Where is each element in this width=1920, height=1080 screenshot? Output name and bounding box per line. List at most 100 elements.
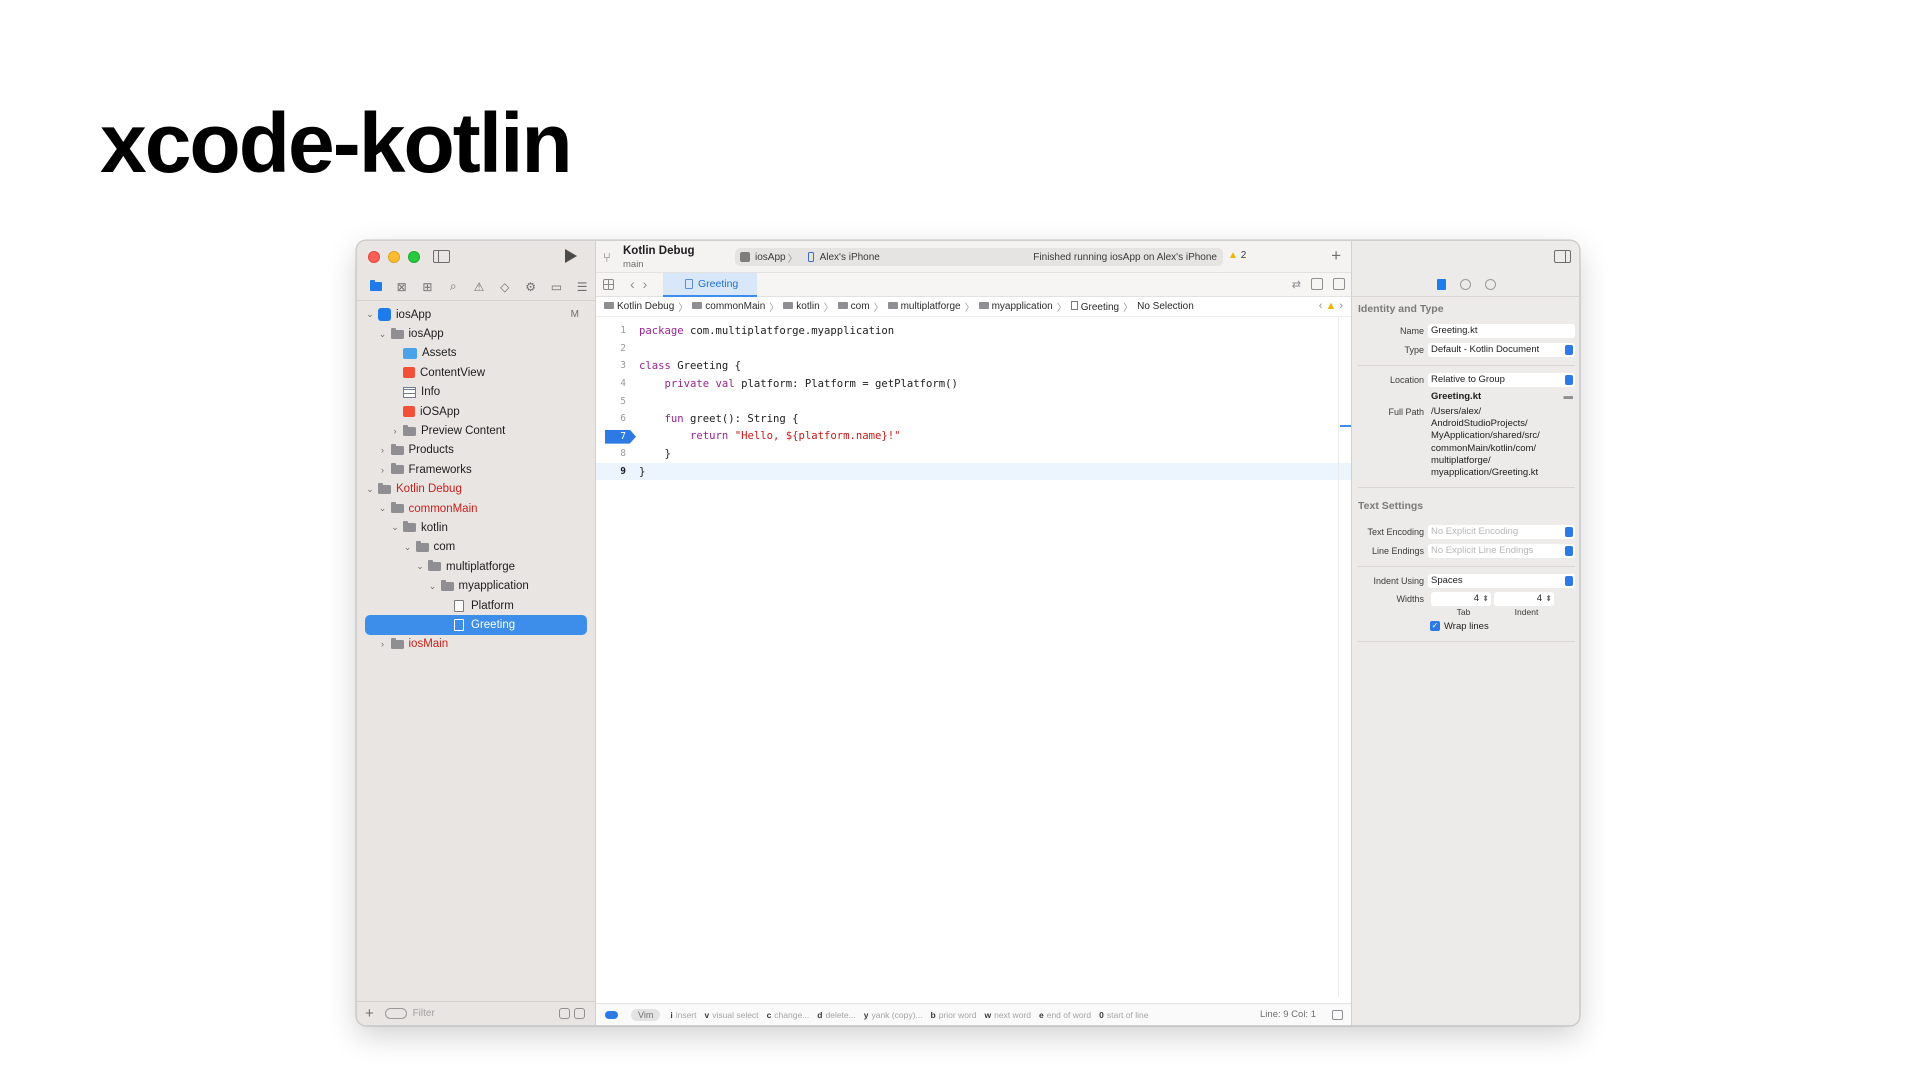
related-items-icon[interactable] [603, 279, 614, 290]
breadcrumb-item[interactable]: commonMain [692, 301, 765, 312]
chevron-down-icon[interactable]: ⌄ [390, 522, 400, 533]
symbol-navigator-icon[interactable]: ⊞ [415, 277, 441, 297]
tree-item-iosapp[interactable]: iOSApp [357, 402, 595, 421]
line-number[interactable]: 7 [596, 431, 626, 442]
tab-greeting[interactable]: Greeting [663, 273, 757, 297]
line-number[interactable]: 2 [596, 343, 626, 354]
indent-select[interactable]: Spaces [1428, 573, 1575, 588]
minimize-window-button[interactable] [388, 251, 400, 263]
tree-item-contentview[interactable]: ContentView [357, 363, 595, 382]
location-select[interactable]: Relative to Group [1428, 372, 1575, 387]
line-number[interactable]: 8 [596, 448, 626, 459]
file-inspector-icon[interactable] [1437, 279, 1446, 290]
tree-item-myapplication[interactable]: ⌄ myapplication [357, 576, 595, 595]
tree-item-greeting[interactable]: Greeting [365, 615, 587, 635]
debug-area-toggle-icon[interactable] [1332, 1009, 1343, 1020]
indent-width-stepper[interactable]: 4 [1494, 591, 1554, 606]
run-destination[interactable]: Alex's iPhone [820, 252, 880, 263]
tree-item-kotlin-debug[interactable]: ⌄ Kotlin Debug [357, 480, 595, 499]
chevron-right-icon[interactable]: › [378, 639, 388, 649]
wrap-lines-checkbox[interactable]: ✓ [1430, 621, 1440, 632]
chevron-right-icon[interactable]: › [390, 426, 400, 436]
encoding-select[interactable]: No Explicit Encoding [1428, 524, 1575, 539]
next-issue-icon[interactable]: › [1339, 300, 1343, 312]
chevron-down-icon[interactable]: ⌄ [365, 309, 375, 320]
warning-icon[interactable]: ▲ [1325, 300, 1336, 312]
find-navigator-icon[interactable]: ⌕ [440, 277, 466, 297]
tree-item-iosapp[interactable]: ⌄ iosApp M [357, 305, 595, 324]
sidebar-toggle-icon[interactable] [433, 250, 450, 263]
line-number[interactable]: 9 [596, 466, 626, 477]
chevron-right-icon[interactable]: › [378, 445, 388, 455]
tree-item-frameworks[interactable]: › Frameworks [357, 460, 595, 479]
tree-item-iosapp[interactable]: ⌄ iosApp [357, 324, 595, 343]
line-number[interactable]: 5 [596, 396, 626, 407]
chevron-down-icon[interactable]: ⌄ [378, 503, 388, 514]
report-navigator-icon[interactable]: ☰ [569, 277, 595, 297]
breadcrumb-item[interactable]: multiplatforge [887, 301, 961, 312]
chevron-down-icon[interactable]: ⌄ [428, 581, 438, 592]
forward-arrow-icon[interactable]: › [643, 276, 656, 292]
chevron-down-icon[interactable]: ⌄ [365, 484, 375, 495]
zoom-window-button[interactable] [408, 251, 420, 263]
code-line[interactable]: 4 private val platform: Platform = getPl… [596, 375, 1351, 393]
previous-issue-icon[interactable]: ‹ [1319, 300, 1323, 312]
line-number[interactable]: 4 [596, 378, 626, 389]
split-editor-icon[interactable] [1333, 278, 1345, 290]
code-editor[interactable]: 1 package com.multiplatforge.myapplicatio… [596, 317, 1351, 481]
debug-navigator-icon[interactable]: ⚙ [518, 277, 544, 297]
swap-icon[interactable]: ⇄ [1292, 278, 1301, 291]
warnings-indicator[interactable]: ▲ 2 [1228, 250, 1246, 261]
reveal-folder-icon[interactable]: ▬ [1564, 391, 1574, 402]
breadcrumb-item[interactable]: Kotlin Debug [604, 301, 674, 312]
back-arrow-icon[interactable]: ‹ [630, 276, 643, 292]
code-line[interactable]: 8 } [596, 445, 1351, 463]
filter-options-icon[interactable] [384, 1008, 407, 1019]
project-navigator-icon[interactable] [363, 277, 389, 297]
breadcrumb-item[interactable]: kotlin [783, 301, 820, 312]
breakpoint-navigator-icon[interactable]: ▭ [543, 277, 569, 297]
line-endings-select[interactable]: No Explicit Line Endings [1428, 543, 1575, 558]
breadcrumb-item[interactable]: com [837, 301, 870, 312]
line-number[interactable]: 3 [596, 360, 626, 371]
filter-scm-icon[interactable] [574, 1008, 585, 1019]
filter-field[interactable]: Filter [384, 1006, 559, 1021]
breadcrumb-item[interactable]: myapplication [978, 301, 1053, 312]
line-number[interactable]: 1 [596, 325, 626, 336]
history-inspector-icon[interactable] [1460, 279, 1471, 290]
tree-item-info[interactable]: Info [357, 383, 595, 402]
run-button[interactable] [565, 249, 577, 263]
history-nav[interactable]: ‹› [630, 276, 655, 292]
vim-mode-toggle[interactable] [605, 1010, 618, 1019]
tree-item-commonmain[interactable]: ⌄ commonMain [357, 499, 595, 518]
code-line[interactable]: 3 class Greeting { [596, 357, 1351, 375]
breadcrumb-item[interactable]: Greeting [1070, 300, 1119, 313]
source-control-navigator-icon[interactable]: ⊠ [389, 277, 415, 297]
code-line[interactable]: 7 return "Hello, ${platform.name}!" [596, 428, 1351, 446]
chevron-down-icon[interactable]: ⌄ [415, 561, 425, 572]
library-add-button[interactable]: + [1331, 246, 1341, 266]
chevron-down-icon[interactable]: ⌄ [403, 542, 413, 553]
test-navigator-icon[interactable]: ◇ [492, 277, 518, 297]
tree-item-platform[interactable]: Platform [357, 596, 595, 615]
tree-item-kotlin[interactable]: ⌄ kotlin [357, 518, 595, 537]
scheme-name[interactable]: Kotlin Debug [623, 245, 695, 257]
recent-files-icon[interactable] [559, 1008, 570, 1019]
type-select[interactable]: Default - Kotlin Document [1428, 342, 1575, 357]
tree-item-products[interactable]: › Products [357, 441, 595, 460]
code-line[interactable]: 6 fun greet(): String { [596, 410, 1351, 428]
inspector-toggle-icon[interactable] [1554, 250, 1571, 263]
code-line[interactable]: 1 package com.multiplatforge.myapplicatio… [596, 322, 1351, 340]
tree-item-preview-content[interactable]: › Preview Content [357, 421, 595, 440]
code-line[interactable]: 5 [596, 392, 1351, 410]
chevron-down-icon[interactable]: ⌄ [378, 329, 388, 340]
code-line[interactable]: 2 [596, 340, 1351, 358]
tree-item-com[interactable]: ⌄ com [357, 538, 595, 557]
editor-options-icon[interactable] [1311, 278, 1323, 290]
close-window-button[interactable] [368, 251, 380, 263]
issue-navigator-icon[interactable]: ⚠ [466, 277, 492, 297]
code-line[interactable]: 9} [596, 462, 1351, 481]
tree-item-multiplatforge[interactable]: ⌄ multiplatforge [357, 557, 595, 576]
breadcrumb-item[interactable]: No Selection [1137, 301, 1194, 312]
chevron-right-icon[interactable]: › [378, 465, 388, 475]
